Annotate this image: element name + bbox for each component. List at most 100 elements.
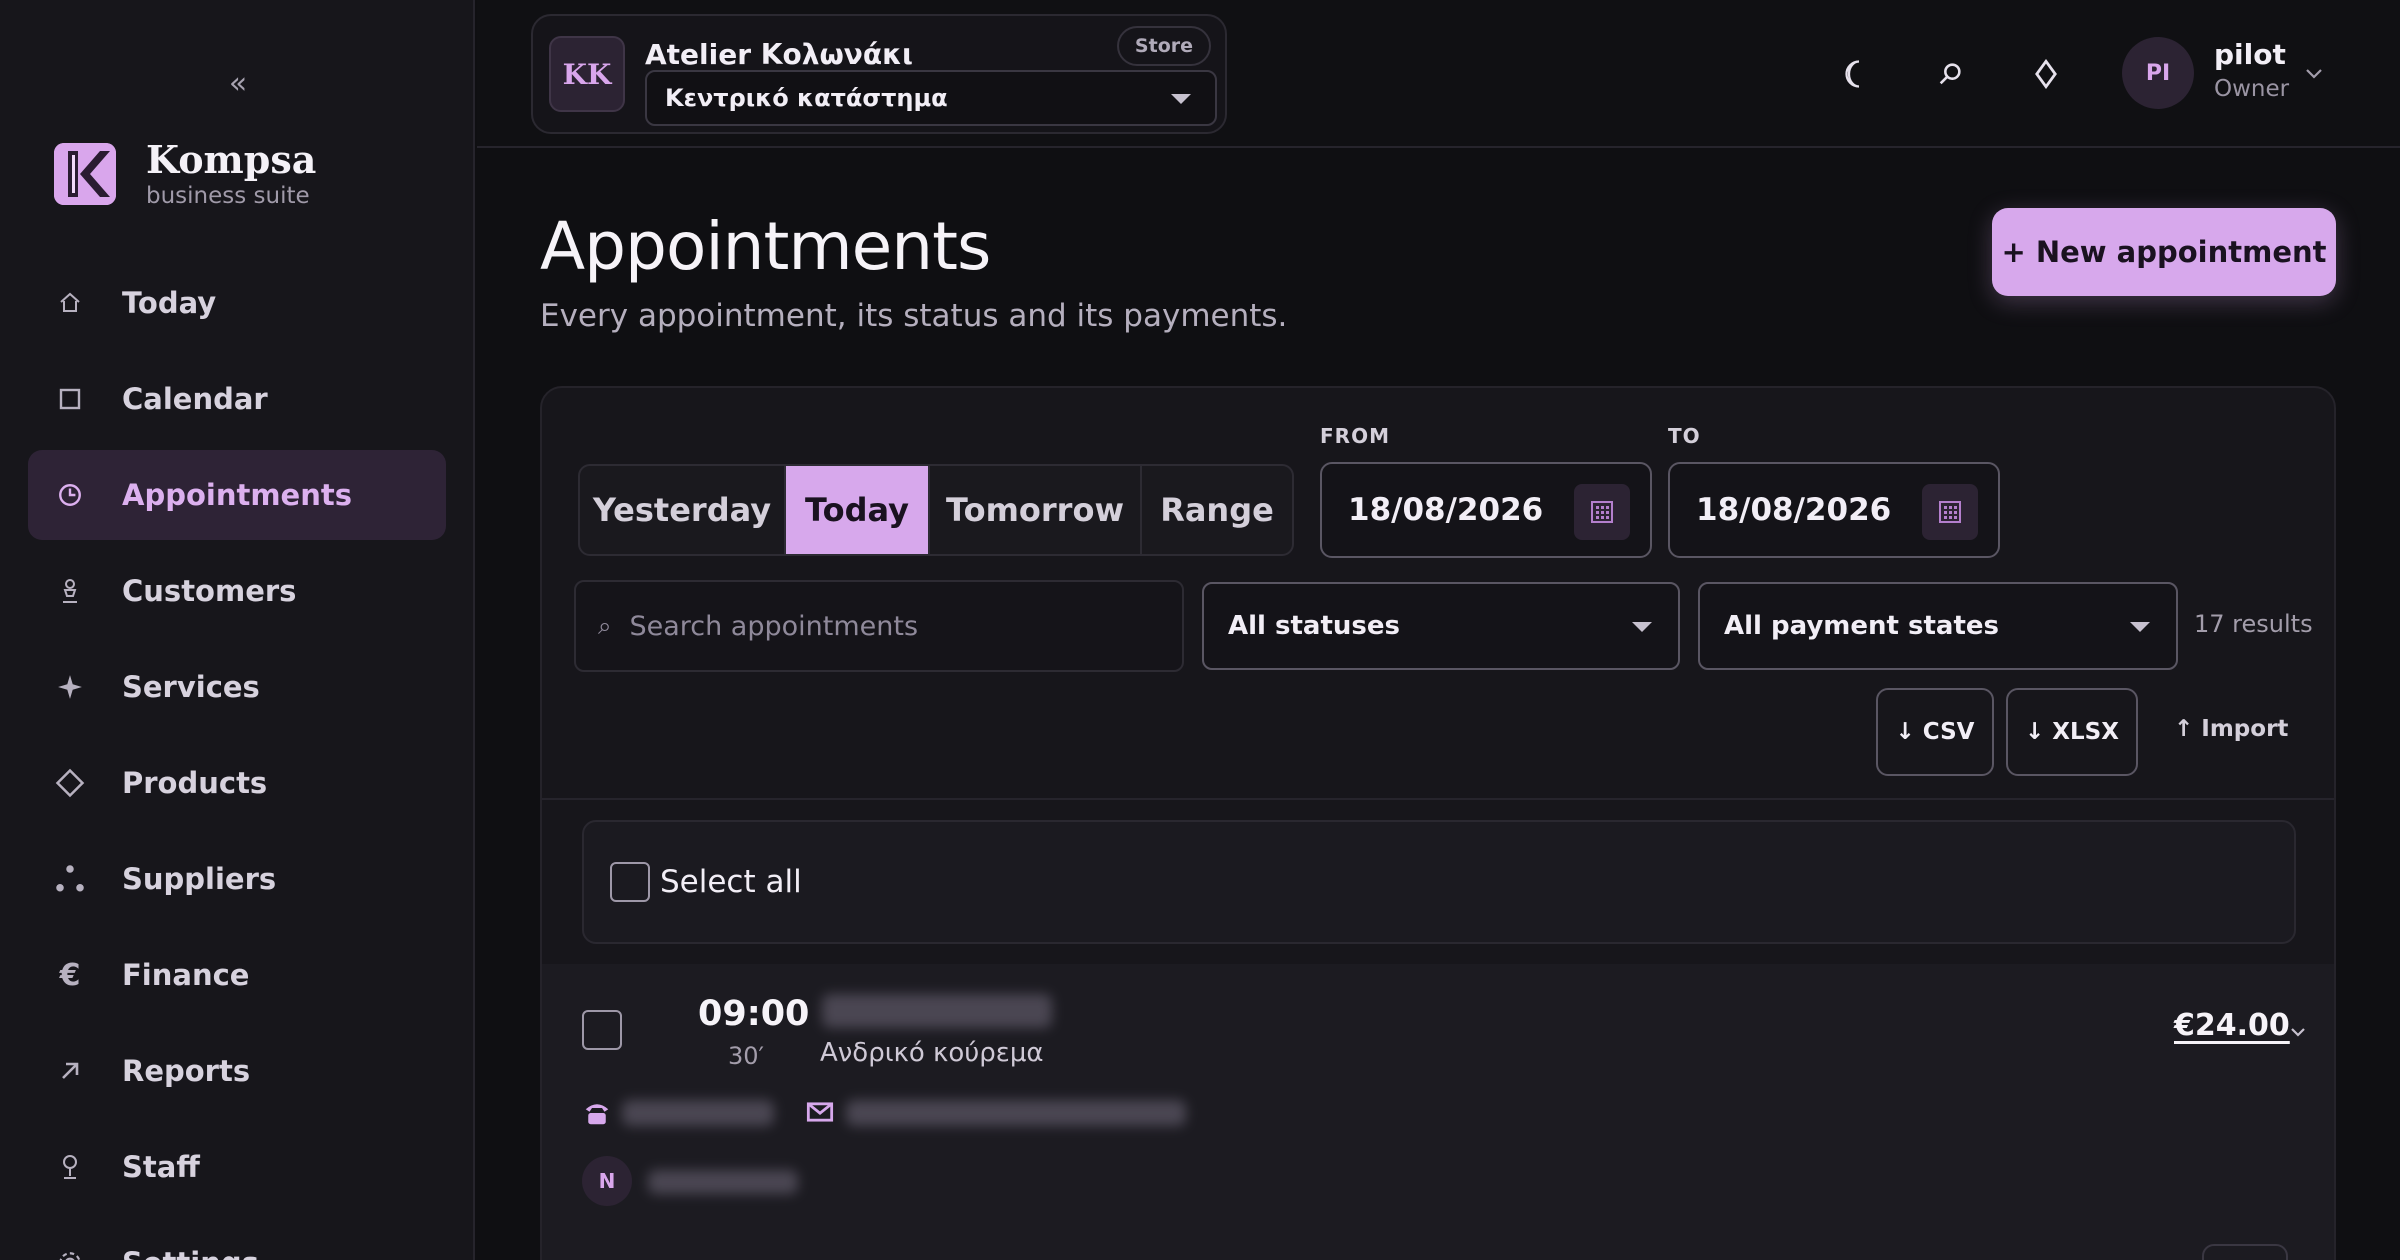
store-location-value: Κεντρικό κατάστημα [665,84,948,112]
store-badge: Store [1116,26,1211,66]
from-date-field[interactable]: 18/08/2026 [1320,462,1652,558]
to-date-value: 18/08/2026 [1696,492,1892,528]
sidebar-item-label: Products [122,766,268,800]
diamond-icon [54,767,86,799]
home-icon [54,287,86,319]
sidebar-item-label: Finance [122,958,250,992]
collapse-sidebar-button[interactable]: « [220,66,256,102]
sidebar-item-reports[interactable]: Reports [28,1026,446,1116]
sidebar-item-label: Settings [122,1246,259,1260]
select-all-bar: Select all [582,820,2296,944]
payment-state-select[interactable]: All payment states [1698,582,2178,670]
avatar: N [582,1156,632,1206]
gear-icon [54,1247,86,1260]
export-csv-button[interactable]: ↓ CSV [1876,688,1994,776]
caret-down-icon [1632,622,1652,632]
sidebar-item-finance[interactable]: € Finance [28,930,446,1020]
euro-icon: € [59,957,81,993]
sidebar-item-today[interactable]: Today [28,258,446,348]
list-item[interactable]: 09:00 30′ Ανδρικό κούρεμα €24.00 N [542,964,2334,1260]
sidebar-item-products[interactable]: Products [28,738,446,828]
appointment-price[interactable]: €24.00 [2174,1008,2290,1043]
staff-name-redacted [648,1170,798,1194]
from-date-value: 18/08/2026 [1348,492,1544,528]
customer-name-redacted [822,994,1052,1028]
row-action-button[interactable] [2202,1244,2288,1260]
tab-today[interactable]: Today [786,466,930,554]
appointments-panel: Yesterday Today Tomorrow Range FROM 18/0… [540,386,2336,1260]
calendar-icon[interactable] [1922,484,1978,540]
sidebar-item-label: Reports [122,1054,251,1088]
caret-down-icon [1171,94,1191,104]
phone-redacted [622,1100,774,1126]
sidebar-item-customers[interactable]: Customers [28,546,446,636]
user-name[interactable]: pilot [2214,38,2286,71]
email-redacted [846,1100,1186,1126]
calendar-icon[interactable] [1574,484,1630,540]
store-switcher: KK Atelier Κολωνάκι Store Κεντρικό κατάσ… [531,14,1227,134]
sidebar-item-label: Customers [122,574,297,608]
appointment-service: Ανδρικό κούρεμα [820,1038,1044,1068]
search-placeholder: Search appointments [629,610,919,642]
person-icon [54,575,86,607]
calendar-icon [54,383,86,415]
select-all-checkbox[interactable] [610,862,650,902]
diamond-icon[interactable] [2026,54,2066,94]
tab-range[interactable]: Range [1142,466,1292,554]
sidebar-item-label: Today [122,286,217,320]
search-icon[interactable] [1930,54,1970,94]
sidebar-item-services[interactable]: Services [28,642,446,732]
sidebar-item-staff[interactable]: Staff [28,1122,446,1212]
sidebar-nav: Today Calendar Appointments Customers Se… [28,258,446,1260]
search-icon: ⌕ [598,612,612,640]
kompsa-logo [54,143,116,205]
mail-icon [806,1098,836,1128]
tab-tomorrow[interactable]: Tomorrow [930,466,1142,554]
store-name: Atelier Κολωνάκι [645,38,913,71]
store-avatar: KK [549,36,625,112]
from-label: FROM [1320,424,1390,448]
select-all-label[interactable]: Select all [660,864,802,900]
import-button[interactable]: ↑ Import [2174,716,2288,742]
sidebar-item-label: Calendar [122,382,268,416]
sidebar-item-label: Staff [122,1150,200,1184]
sidebar-item-label: Suppliers [122,862,277,896]
caret-down-icon [2130,622,2150,632]
tab-yesterday[interactable]: Yesterday [580,466,786,554]
sidebar-item-label: Services [122,670,260,704]
sidebar-item-settings[interactable]: Settings [28,1218,446,1260]
avatar[interactable]: PI [2122,37,2194,109]
new-appointment-button[interactable]: + New appointment [1992,208,2336,296]
appointment-checkbox[interactable] [582,1010,622,1050]
brand-name: Kompsa [146,137,317,182]
divider [542,798,2334,800]
sidebar-item-label: Appointments [122,478,352,512]
results-count: 17 results [2194,610,2313,638]
appointment-time: 09:00 [698,994,810,1034]
date-preset-tabs: Yesterday Today Tomorrow Range [578,464,1294,556]
moon-icon[interactable] [1834,54,1874,94]
chevron-down-icon[interactable] [2288,1022,2308,1042]
phone-icon [582,1098,612,1128]
arrow-up-right-icon [54,1055,86,1087]
appointment-duration: 30′ [728,1042,764,1070]
topbar: KK Atelier Κολωνάκι Store Κεντρικό κατάσ… [477,0,2400,148]
brand[interactable]: Kompsa business suite [54,138,316,210]
page-subtitle: Every appointment, its status and its pa… [540,298,1288,334]
search-input[interactable]: ⌕ Search appointments [574,580,1184,672]
sidebar-item-calendar[interactable]: Calendar [28,354,446,444]
to-label: TO [1668,424,1701,448]
to-date-field[interactable]: 18/08/2026 [1668,462,2000,558]
status-select-value: All statuses [1228,611,1400,641]
page-title: Appointments [540,208,991,285]
sidebar-item-suppliers[interactable]: Suppliers [28,834,446,924]
dots-icon [54,863,86,895]
export-xlsx-button[interactable]: ↓ XLSX [2006,688,2138,776]
staff-icon [54,1151,86,1183]
chevron-down-icon[interactable] [2303,62,2325,84]
sidebar-item-appointments[interactable]: Appointments [28,450,446,540]
sparkle-icon [54,671,86,703]
clock-icon [54,479,86,511]
store-location-select[interactable]: Κεντρικό κατάστημα [645,70,1217,126]
status-select[interactable]: All statuses [1202,582,1680,670]
